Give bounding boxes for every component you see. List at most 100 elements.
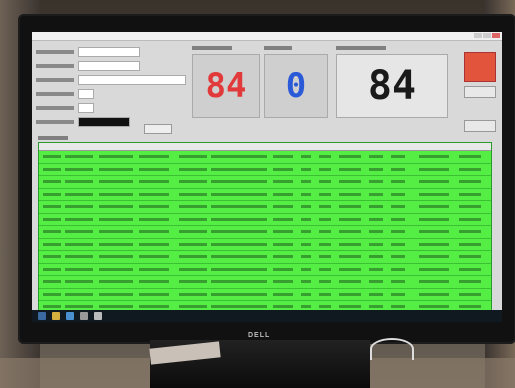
table-cell — [459, 167, 481, 171]
table-cell — [179, 242, 207, 246]
table-cell — [139, 292, 169, 296]
table-row[interactable] — [39, 189, 491, 201]
table-cell — [65, 255, 93, 258]
table-row[interactable] — [39, 176, 491, 189]
table-row[interactable] — [39, 201, 491, 214]
table-cell — [369, 167, 383, 171]
form-field[interactable] — [78, 116, 130, 127]
table-cell — [65, 180, 93, 183]
table-row[interactable] — [39, 164, 491, 176]
field-label — [36, 63, 74, 68]
form-field[interactable] — [78, 46, 140, 57]
app-icon[interactable] — [80, 312, 88, 320]
table-cell — [419, 155, 449, 158]
table-row[interactable] — [39, 239, 491, 251]
table-row[interactable] — [39, 226, 491, 239]
form-field[interactable] — [78, 102, 94, 113]
side-button[interactable] — [464, 120, 496, 132]
table-cell — [139, 155, 169, 158]
table-row[interactable] — [39, 264, 491, 276]
panel-label — [336, 46, 386, 50]
table-cell — [319, 205, 331, 208]
form-field[interactable] — [78, 88, 94, 99]
table-cell — [273, 255, 293, 258]
table-row[interactable] — [39, 251, 491, 264]
table-cell — [211, 255, 267, 258]
table-cell — [391, 255, 405, 258]
table-cell — [211, 230, 267, 233]
table-cell — [139, 167, 169, 171]
table-row[interactable] — [39, 214, 491, 226]
table-cell — [319, 217, 331, 221]
side-button[interactable] — [464, 86, 496, 98]
close-button[interactable] — [492, 33, 500, 38]
monitor-screen: 84 0 84 — [32, 32, 502, 322]
grid-label — [38, 136, 68, 140]
maximize-button[interactable] — [483, 33, 491, 38]
table-cell — [43, 242, 61, 246]
table-row[interactable] — [39, 151, 491, 164]
table-row[interactable] — [39, 289, 491, 301]
table-cell — [211, 280, 267, 283]
table-cell — [419, 192, 449, 196]
table-cell — [65, 292, 93, 296]
table-cell — [419, 255, 449, 258]
panel-label — [264, 46, 292, 50]
table-cell — [273, 305, 293, 308]
first-counter-value: 84 — [205, 66, 247, 106]
minimize-button[interactable] — [474, 33, 482, 38]
start-icon[interactable] — [38, 312, 46, 320]
table-cell — [459, 192, 481, 196]
table-cell — [211, 292, 267, 296]
table-cell — [339, 192, 361, 196]
table-cell — [273, 292, 293, 296]
main-counter-box: 84 — [336, 54, 448, 118]
table-cell — [419, 230, 449, 233]
stop-button[interactable] — [464, 52, 496, 82]
monitor: 84 0 84 DELL — [18, 14, 515, 344]
table-cell — [301, 205, 311, 208]
table-cell — [43, 205, 61, 208]
browser-icon[interactable] — [66, 312, 74, 320]
table-cell — [43, 267, 61, 271]
table-cell — [99, 230, 133, 233]
table-cell — [391, 155, 405, 158]
table-cell — [301, 180, 311, 183]
table-cell — [273, 242, 293, 246]
table-cell — [459, 305, 481, 308]
table-cell — [339, 155, 361, 158]
form-field[interactable] — [78, 74, 186, 85]
table-cell — [99, 305, 133, 308]
data-grid[interactable] — [38, 142, 492, 321]
table-cell — [301, 267, 311, 271]
form-row — [36, 88, 186, 99]
table-cell — [301, 305, 311, 308]
table-cell — [369, 242, 383, 246]
form-field[interactable] — [78, 60, 140, 71]
table-cell — [179, 217, 207, 221]
app-icon[interactable] — [94, 312, 102, 320]
table-cell — [301, 242, 311, 246]
table-cell — [369, 155, 383, 158]
table-cell — [339, 280, 361, 283]
table-cell — [211, 217, 267, 221]
field-label — [36, 105, 74, 110]
table-row[interactable] — [39, 276, 491, 289]
table-cell — [179, 280, 207, 283]
table-cell — [43, 255, 61, 258]
table-cell — [65, 205, 93, 208]
table-cell — [339, 255, 361, 258]
table-cell — [301, 217, 311, 221]
form-action-button[interactable] — [144, 124, 172, 134]
table-cell — [99, 155, 133, 158]
folder-icon[interactable] — [52, 312, 60, 320]
table-cell — [419, 205, 449, 208]
table-cell — [273, 217, 293, 221]
table-cell — [319, 155, 331, 158]
table-cell — [211, 242, 267, 246]
window-titlebar — [32, 32, 502, 41]
table-cell — [179, 292, 207, 296]
table-cell — [419, 180, 449, 183]
table-cell — [43, 180, 61, 183]
table-cell — [319, 167, 331, 171]
